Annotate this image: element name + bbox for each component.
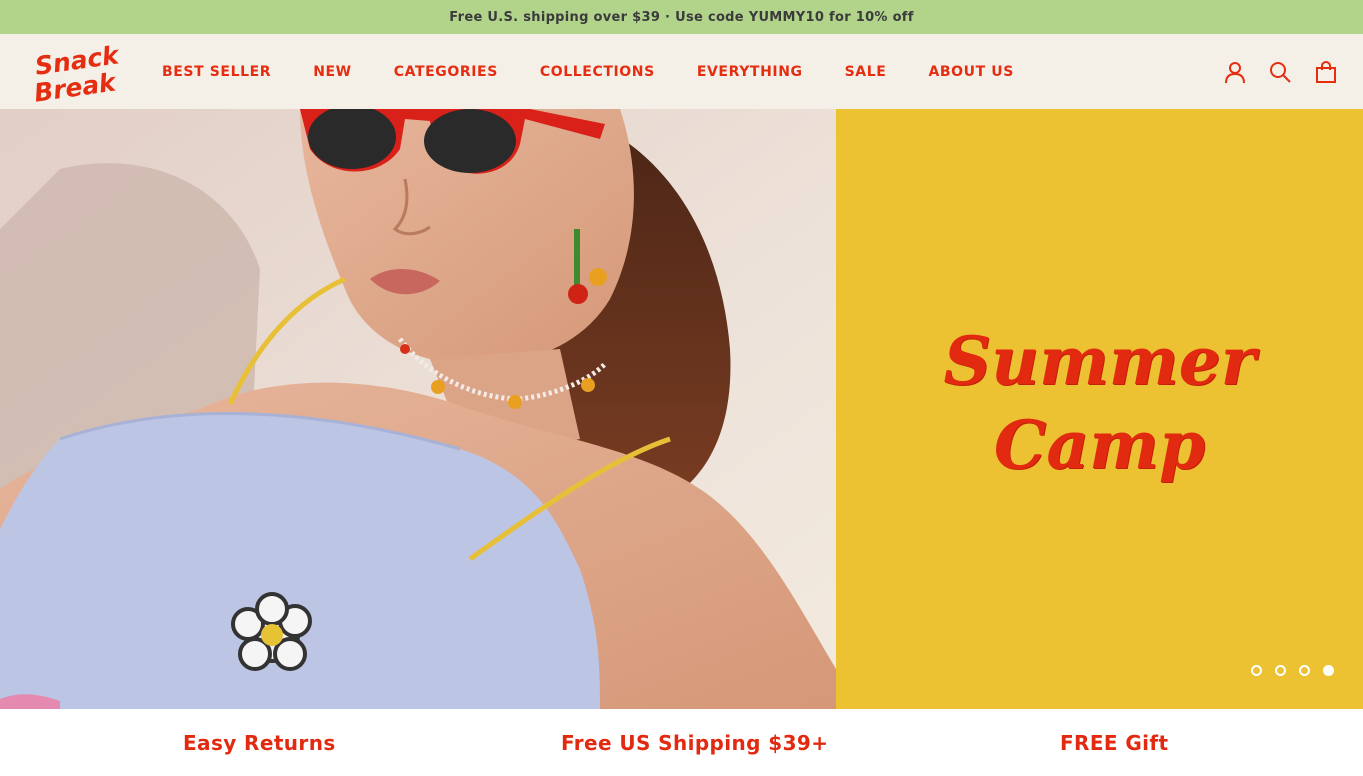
announcement-bar: Free U.S. shipping over $39 · Use code Y… [0, 0, 1363, 34]
feature-free-gift[interactable]: FREE Gift [1060, 731, 1168, 755]
nav-item-best-seller[interactable]: BEST SELLER [162, 64, 271, 80]
hero-slideshow: Summer Camp [0, 109, 1363, 709]
nav-item-collections[interactable]: COLLECTIONS [540, 64, 655, 80]
site-header: Snack Break BEST SELLER NEW CATEGORIES C… [0, 34, 1363, 109]
hero-photo [0, 109, 836, 709]
shopping-bag-icon[interactable] [1314, 60, 1338, 84]
hero-promo-panel[interactable]: Summer Camp [836, 109, 1363, 709]
feature-free-shipping[interactable]: Free US Shipping $39+ [561, 731, 828, 755]
feature-easy-returns[interactable]: Easy Returns [183, 731, 336, 755]
hero-title-line1: Summer [943, 322, 1256, 400]
account-icon[interactable] [1223, 60, 1247, 84]
slide-dot-2[interactable] [1275, 664, 1286, 676]
nav-item-categories[interactable]: CATEGORIES [394, 64, 498, 80]
nav-item-everything[interactable]: EVERYTHING [697, 64, 803, 80]
features-bar: Easy Returns Free US Shipping $39+ FREE … [0, 709, 1363, 776]
nav-item-sale[interactable]: SALE [845, 64, 887, 80]
nav-item-new[interactable]: NEW [313, 64, 352, 80]
hero-title-line2: Camp [993, 406, 1206, 484]
slide-dot-3[interactable] [1299, 664, 1310, 676]
main-nav: BEST SELLER NEW CATEGORIES COLLECTIONS E… [162, 34, 1014, 109]
hero-title: Summer Camp [836, 319, 1363, 487]
slideshow-dots [1251, 664, 1334, 676]
search-icon[interactable] [1268, 60, 1292, 84]
snack-break-logo[interactable]: Snack Break [28, 44, 128, 102]
nav-item-about-us[interactable]: ABOUT US [928, 64, 1013, 80]
announcement-text: Free U.S. shipping over $39 · Use code Y… [449, 9, 914, 25]
slide-dot-4[interactable] [1323, 664, 1334, 676]
slide-dot-1[interactable] [1251, 664, 1262, 676]
